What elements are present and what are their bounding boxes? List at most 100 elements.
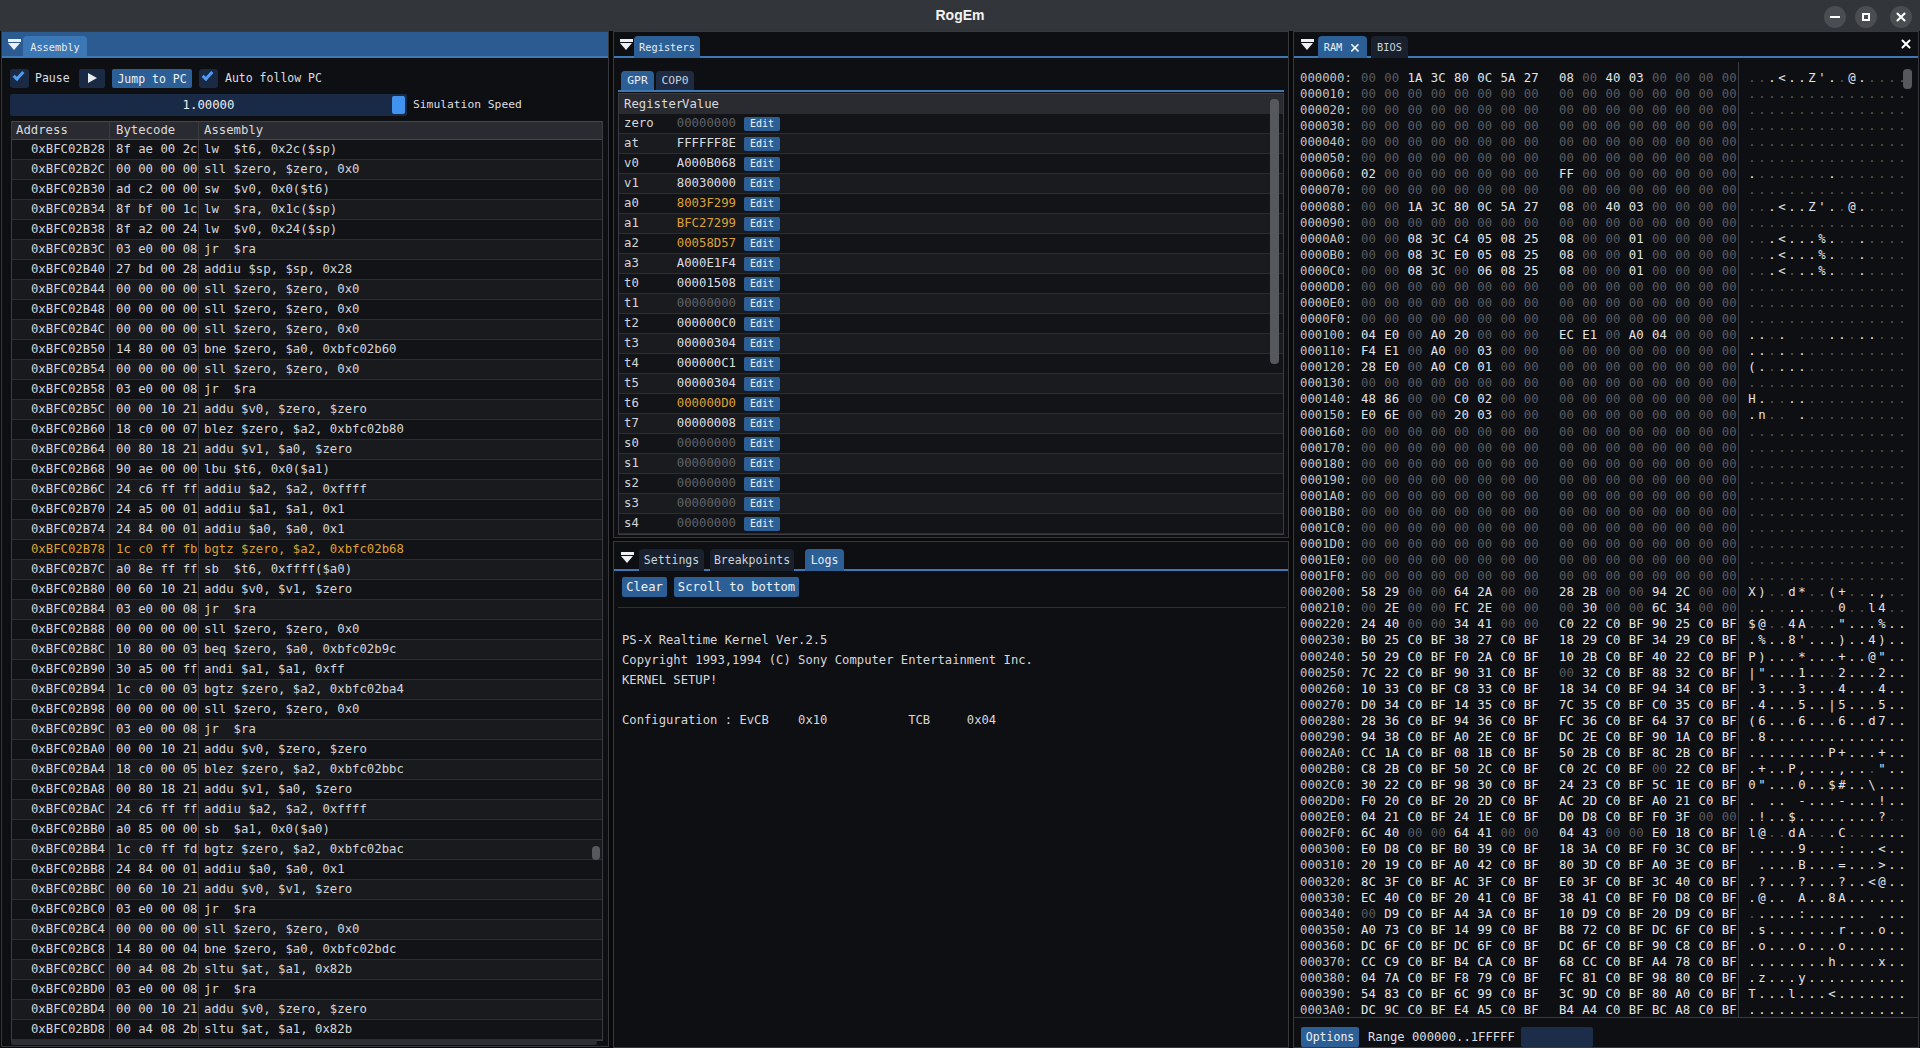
hex-byte[interactable]: 80	[1675, 970, 1698, 986]
hex-byte[interactable]: C0	[1559, 616, 1582, 632]
assembly-row[interactable]: 0xBFC02B6890 ae 00 00lbu $t6, 0x0($a1)	[12, 460, 602, 480]
hex-byte[interactable]: 00	[1361, 182, 1384, 198]
hex-byte[interactable]: C0	[1501, 906, 1524, 922]
tab-gpr[interactable]: GPR	[621, 71, 654, 90]
hex-byte[interactable]: 00	[1559, 520, 1582, 536]
hex-byte[interactable]: 00	[1408, 552, 1431, 568]
hex-byte[interactable]: 00	[1477, 295, 1500, 311]
hex-byte[interactable]: C0	[1408, 745, 1431, 761]
hex-byte[interactable]: 27	[1477, 632, 1500, 648]
tab-assembly[interactable]: Assembly	[23, 36, 87, 58]
hex-byte[interactable]: 2B	[1675, 745, 1698, 761]
hex-byte[interactable]: C0	[1699, 729, 1722, 745]
hex-byte[interactable]: 08	[1501, 231, 1524, 247]
hex-byte[interactable]: BF	[1524, 777, 1547, 793]
hex-byte[interactable]: 00	[1454, 263, 1477, 279]
hex-byte[interactable]: 00	[1431, 520, 1454, 536]
hex-byte[interactable]: 00	[1606, 295, 1629, 311]
hex-byte[interactable]: 00	[1408, 182, 1431, 198]
hex-byte[interactable]: 00	[1606, 102, 1629, 118]
hex-byte[interactable]: 2E	[1582, 729, 1605, 745]
hex-byte[interactable]: BF	[1524, 954, 1547, 970]
hex-byte[interactable]: 00	[1361, 86, 1384, 102]
hex-byte[interactable]: 00	[1582, 552, 1605, 568]
hex-byte[interactable]: 00	[1384, 231, 1407, 247]
hex-byte[interactable]: B4	[1559, 1002, 1582, 1018]
hex-byte[interactable]: BF	[1629, 649, 1652, 665]
hex-byte[interactable]: 3C	[1675, 841, 1698, 857]
hex-byte[interactable]: 00	[1652, 102, 1675, 118]
tab-close-icon[interactable]	[1350, 42, 1360, 52]
assembly-row[interactable]: 0xBFC02B5400 00 00 00sll $zero, $zero, 0…	[12, 360, 602, 380]
hex-byte[interactable]: 00	[1477, 568, 1500, 584]
hex-byte[interactable]: BF	[1524, 986, 1547, 1002]
hex-byte[interactable]: 00	[1652, 391, 1675, 407]
hex-byte[interactable]: BF	[1722, 970, 1745, 986]
hex-byte[interactable]: BF	[1431, 681, 1454, 697]
hex-byte[interactable]: C0	[1501, 1002, 1524, 1018]
hex-byte[interactable]: C0	[1699, 841, 1722, 857]
hex-byte[interactable]: 00	[1524, 456, 1547, 472]
hex-byte[interactable]: 33	[1477, 681, 1500, 697]
hex-byte[interactable]: BF	[1524, 922, 1547, 938]
hex-byte[interactable]: C0	[1699, 681, 1722, 697]
hex-byte[interactable]: 00	[1361, 552, 1384, 568]
hex-byte[interactable]: 40	[1606, 70, 1629, 86]
hex-byte[interactable]: 08	[1408, 247, 1431, 263]
hex-byte[interactable]: 94	[1454, 713, 1477, 729]
hex-byte[interactable]: 18	[1559, 632, 1582, 648]
hex-byte[interactable]: C0	[1699, 616, 1722, 632]
hex-byte[interactable]: 3C	[1431, 231, 1454, 247]
edit-button[interactable]: Edit	[744, 377, 780, 391]
hex-byte[interactable]: 00	[1699, 150, 1722, 166]
close-button[interactable]	[1890, 6, 1912, 28]
hex-byte[interactable]: 1B	[1477, 745, 1500, 761]
hex-byte[interactable]: 00	[1454, 424, 1477, 440]
hex-byte[interactable]: 38	[1454, 632, 1477, 648]
hex-byte[interactable]: 00	[1501, 327, 1524, 343]
hex-byte[interactable]: 08	[1454, 745, 1477, 761]
hex-byte[interactable]: 00	[1384, 440, 1407, 456]
hex-byte[interactable]: 00	[1606, 568, 1629, 584]
hex-byte[interactable]: CC	[1361, 954, 1384, 970]
hex-byte[interactable]: C0	[1699, 793, 1722, 809]
edit-button[interactable]: Edit	[744, 237, 780, 251]
hex-byte[interactable]: 00	[1408, 536, 1431, 552]
hex-byte[interactable]: 00	[1408, 568, 1431, 584]
hex-byte[interactable]: A0	[1454, 729, 1477, 745]
hex-byte[interactable]: D9	[1582, 906, 1605, 922]
hex-byte[interactable]: DC	[1454, 938, 1477, 954]
hex-byte[interactable]: 90	[1652, 729, 1675, 745]
hex-byte[interactable]: 00	[1606, 488, 1629, 504]
hex-byte[interactable]: 6E	[1384, 407, 1407, 423]
hex-byte[interactable]: 00	[1722, 407, 1745, 423]
hex-byte[interactable]: 00	[1629, 424, 1652, 440]
hex-byte[interactable]: 00	[1408, 407, 1431, 423]
hex-byte[interactable]: 68	[1559, 954, 1582, 970]
hex-byte[interactable]: 00	[1582, 359, 1605, 375]
hex-byte[interactable]: 79	[1477, 970, 1500, 986]
hex-byte[interactable]: 00	[1501, 311, 1524, 327]
hex-byte[interactable]: 00	[1431, 424, 1454, 440]
assembly-row[interactable]: 0xBFC02BBC00 60 10 21addu $v0, $v1, $zer…	[12, 880, 602, 900]
hex-byte[interactable]: 00	[1431, 150, 1454, 166]
hex-byte[interactable]: C0	[1501, 745, 1524, 761]
hex-byte[interactable]: 90	[1454, 665, 1477, 681]
hex-byte[interactable]: 00	[1431, 311, 1454, 327]
hex-byte[interactable]: 00	[1524, 424, 1547, 440]
hex-byte[interactable]: 00	[1408, 504, 1431, 520]
hex-byte[interactable]: 00	[1524, 552, 1547, 568]
hex-byte[interactable]: 00	[1699, 456, 1722, 472]
hex-byte[interactable]: 00	[1384, 166, 1407, 182]
hex-byte[interactable]: 00	[1361, 440, 1384, 456]
hex-byte[interactable]: C0	[1408, 938, 1431, 954]
assembly-row[interactable]: 0xBFC02B5803 e0 00 08jr $ra	[12, 380, 602, 400]
hex-byte[interactable]: 80	[1454, 199, 1477, 215]
hex-byte[interactable]: A0	[1431, 343, 1454, 359]
assembly-row[interactable]: 0xBFC02BD800 a4 08 2bsltu $at, $a1, 0x82…	[12, 1020, 602, 1040]
edit-button[interactable]: Edit	[744, 217, 780, 231]
tab-registers[interactable]: Registers	[634, 36, 700, 58]
hex-byte[interactable]: 00	[1524, 488, 1547, 504]
hex-byte[interactable]: 2B	[1582, 745, 1605, 761]
assembly-row[interactable]: 0xBFC02BB41c c0 ff fdbgtz $zero, $a2, 0x…	[12, 840, 602, 860]
